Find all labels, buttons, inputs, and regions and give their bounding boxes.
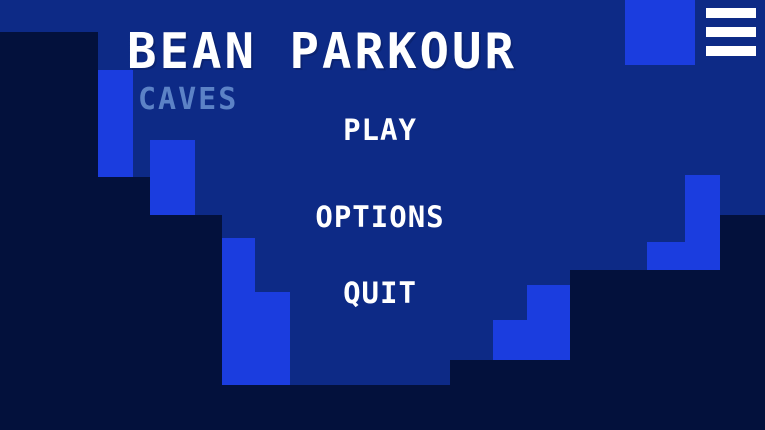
hamburger-menu-icon-bar (706, 27, 756, 37)
cave-bright-block-right-step (647, 242, 685, 270)
game-subtitle: CAVES (138, 82, 239, 117)
cave-bright-block-bottom-right (493, 320, 570, 360)
cave-bright-block-left-middle (150, 140, 195, 215)
cave-bright-block-right (685, 175, 720, 270)
quit-button[interactable]: QUIT (333, 275, 427, 312)
cave-bright-block-left-lower (222, 238, 255, 385)
cave-bright-block-step (527, 285, 570, 320)
hamburger-menu-icon (706, 8, 756, 18)
hamburger-menu-icon-bar (706, 46, 756, 56)
cave-bright-block-top-right (625, 0, 695, 65)
hamburger-menu-button[interactable] (704, 6, 758, 58)
options-button[interactable]: OPTIONS (305, 199, 454, 236)
play-button[interactable]: PLAY (333, 112, 427, 149)
cave-bright-block-bottom-left (255, 292, 290, 385)
cave-bright-block-left-upper (98, 70, 133, 177)
game-title: BEAN PARKOUR (127, 23, 518, 80)
game-screen: BEAN PARKOUR CAVES PLAY OPTIONS QUIT (0, 0, 765, 430)
